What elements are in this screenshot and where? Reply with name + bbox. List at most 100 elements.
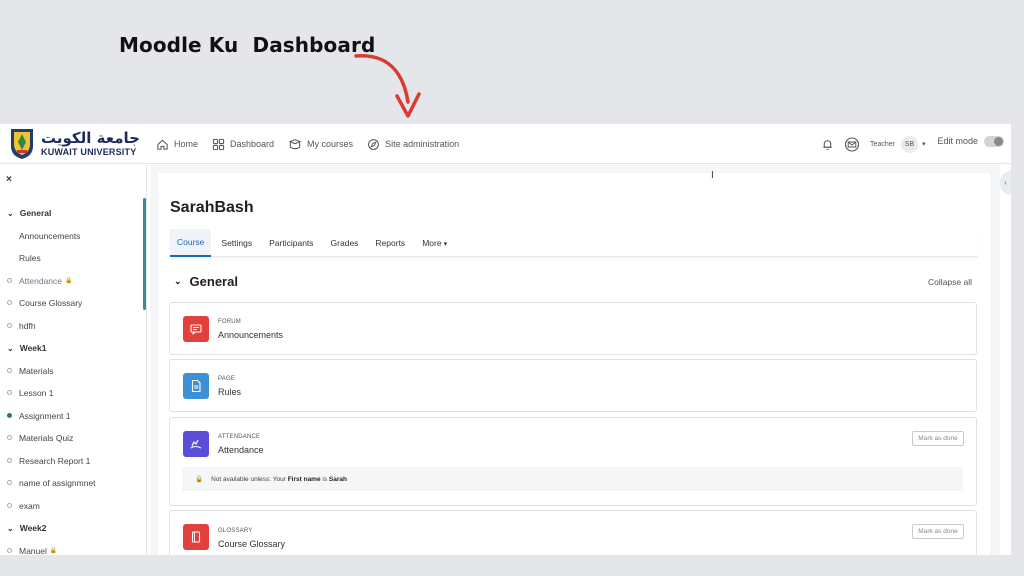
avatar[interactable]: SB: [900, 135, 918, 153]
activity-name-link[interactable]: Announcements: [218, 330, 283, 340]
messages-icon[interactable]: [844, 136, 860, 152]
sidebar-item-materials-quiz[interactable]: Materials Quiz: [0, 427, 140, 450]
activity-type: FORUM: [218, 319, 241, 325]
forum-icon: [183, 316, 209, 342]
tab-more[interactable]: More ▾: [422, 238, 447, 248]
mark-as-done-button[interactable]: Mark as done: [912, 431, 964, 446]
mark-as-done-button[interactable]: Mark as done: [912, 524, 964, 539]
sidebar-item-manuel[interactable]: Manuel 🔒: [0, 540, 140, 555]
chevron-down-icon: ⌄: [7, 343, 14, 353]
activity-name-link[interactable]: Attendance: [218, 445, 264, 455]
sidebar-item-materials[interactable]: Materials: [0, 360, 140, 383]
activity-glossary-course-glossary: GLOSSARY Course Glossary Mark as done: [169, 510, 977, 555]
moodle-window: جامعة الكويت KUWAIT UNIVERSITY Home Dash…: [0, 124, 1011, 555]
lock-icon: 🔒: [65, 278, 73, 285]
nav-dashboard-label: Dashboard: [230, 139, 275, 149]
activity-name-link[interactable]: Rules: [218, 387, 241, 397]
completion-dot-icon: [7, 367, 12, 373]
completion-dot-icon: [7, 457, 12, 463]
sidebar-item-lesson-1[interactable]: Lesson 1: [0, 382, 140, 405]
chevron-down-icon[interactable]: ▾: [922, 140, 926, 148]
restriction-text: Not available unless: Your: [211, 475, 288, 483]
section-title: General: [189, 274, 238, 289]
chevron-down-icon: ⌄: [7, 523, 14, 533]
current-dot-icon: [7, 412, 12, 418]
sidebar-item-rules[interactable]: Rules: [0, 247, 140, 270]
sidebar-section-label: Week1: [19, 343, 47, 354]
completion-dot-icon: [7, 435, 12, 440]
home-icon: [157, 139, 168, 150]
completion-dot-icon: [7, 300, 12, 305]
sidebar-item-label: Course Glossary: [19, 298, 83, 309]
sidebar-item-assignment-1[interactable]: Assignment 1: [0, 405, 140, 428]
tab-reports[interactable]: Reports: [375, 238, 405, 248]
tab-course[interactable]: Course: [170, 229, 212, 257]
nav-site-administration-label: Site administration: [385, 139, 460, 149]
tab-settings[interactable]: Settings: [221, 238, 252, 248]
university-crest-icon: [9, 126, 35, 160]
top-navbar: جامعة الكويت KUWAIT UNIVERSITY Home Dash…: [0, 124, 1011, 164]
notifications-bell-icon[interactable]: [821, 138, 834, 151]
attendance-icon: [183, 431, 209, 457]
sidebar-scrollbar[interactable]: [143, 198, 146, 310]
sidebar-item-course-glossary[interactable]: Course Glossary: [0, 292, 140, 315]
tab-more-label: More: [422, 238, 442, 248]
site-admin-icon: [368, 138, 379, 150]
sidebar-item-label: exam: [19, 500, 40, 511]
sidebar-section-week1[interactable]: ⌄ Week1: [0, 337, 140, 360]
sidebar-item-exam[interactable]: exam: [0, 495, 140, 518]
university-logo[interactable]: جامعة الكويت KUWAIT UNIVERSITY: [9, 126, 140, 160]
sidebar-item-research-report-1[interactable]: Research Report 1: [0, 450, 140, 473]
tab-participants[interactable]: Participants: [269, 238, 313, 248]
restriction-value: Sarah: [328, 475, 347, 483]
sidebar-item-label: Research Report 1: [19, 455, 91, 466]
sidebar-item-attendance[interactable]: Attendance 🔒: [0, 270, 140, 293]
chevron-down-icon: ⌄: [7, 208, 14, 218]
nav-home[interactable]: Home: [156, 138, 198, 151]
sidebar-item-label: Rules: [19, 253, 41, 264]
sidebar-section-week2[interactable]: ⌄ Week2: [0, 517, 140, 540]
sidebar-item-label: Manuel: [19, 545, 47, 555]
nav-my-courses[interactable]: My courses: [288, 138, 353, 151]
chevron-down-icon: ⌄: [174, 276, 182, 286]
slide-title: Moodle Ku Dashboard: [119, 33, 376, 57]
activity-attendance: ATTENDANCE Attendance Mark as done 🔒 Not…: [169, 417, 977, 506]
nav-home-label: Home: [174, 139, 199, 149]
activity-type: ATTENDANCE: [218, 434, 261, 440]
sidebar-item-label: Announcements: [19, 230, 81, 241]
close-icon[interactable]: ×: [6, 174, 12, 185]
sidebar-section-label: Week2: [19, 523, 47, 534]
nav-my-courses-label: My courses: [307, 139, 354, 149]
completion-dot-icon: [7, 480, 12, 485]
nav-dashboard[interactable]: Dashboard: [212, 138, 274, 151]
completion-dot-icon: [7, 322, 12, 328]
sidebar-item-hdfh[interactable]: hdfh: [0, 315, 140, 338]
restriction-field: First name: [287, 475, 321, 483]
lock-icon: 🔒: [49, 548, 58, 555]
activity-page-rules: PAGE Rules: [169, 359, 977, 412]
sidebar-item-label: Attendance: [19, 275, 63, 286]
activity-type: GLOSSARY: [218, 528, 253, 534]
nav-site-administration[interactable]: Site administration: [367, 138, 459, 151]
sidebar-item-label: Assignment 1: [19, 410, 71, 421]
activity-name-link[interactable]: Course Glossary: [218, 539, 285, 549]
collapse-all-link[interactable]: Collapse all: [928, 277, 972, 287]
sidebar-item-announcements[interactable]: Announcements: [0, 225, 140, 248]
sidebar-section-general[interactable]: ⌄ General: [0, 202, 140, 225]
sidebar-item-name-of-assignment[interactable]: name of assignmnet: [0, 472, 140, 495]
dashboard-icon: [212, 138, 225, 150]
completion-dot-icon: [7, 502, 12, 508]
completion-dot-icon: [7, 390, 12, 395]
chevron-down-icon: ▾: [443, 241, 448, 248]
page-icon: [183, 373, 209, 399]
page-title: SarahBash: [170, 199, 254, 216]
main-content: SarahBash Course Settings Participants G…: [150, 165, 1000, 555]
edit-mode-toggle[interactable]: [984, 135, 1004, 147]
glossary-icon: [183, 524, 209, 550]
section-header-general[interactable]: ⌄ General: [174, 274, 238, 289]
sidebar-item-label: Materials Quiz: [19, 433, 74, 444]
sidebar-item-label: Lesson 1: [19, 388, 54, 399]
tab-grades[interactable]: Grades: [331, 238, 359, 248]
text-cursor-icon: I: [711, 170, 714, 181]
completion-dot-icon: [7, 547, 12, 553]
